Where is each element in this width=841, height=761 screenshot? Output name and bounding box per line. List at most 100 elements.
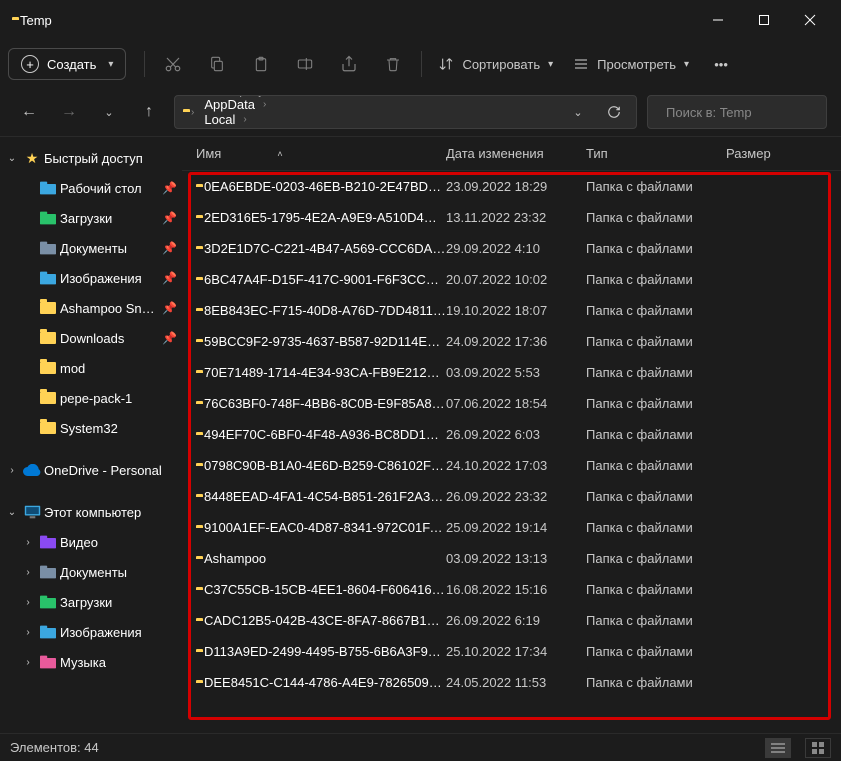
file-type: Папка с файлами [586, 396, 726, 411]
file-row[interactable]: 2ED316E5-1795-4E2A-A9E9-A510D4D959E513.1… [182, 202, 841, 233]
file-type: Папка с файлами [586, 334, 726, 349]
history-dropdown[interactable]: ⌄ [562, 96, 594, 128]
thumbnails-view-button[interactable] [805, 738, 831, 758]
cut-button[interactable] [151, 46, 195, 82]
chevron-right-icon[interactable]: › [20, 597, 36, 608]
file-row[interactable]: 8EB843EC-F715-40D8-A76D-7DD4811F74...19.… [182, 295, 841, 326]
sidebar-item[interactable]: ›Видео [0, 527, 182, 557]
sidebar-item-label: Документы [60, 241, 159, 256]
file-row[interactable]: 76C63BF0-748F-4BB6-8C0B-E9F85A82E26907.0… [182, 388, 841, 419]
back-button[interactable]: ← [14, 97, 44, 127]
file-row[interactable]: 0798C90B-B1A0-4E6D-B259-C86102F9459D24.1… [182, 450, 841, 481]
file-name: 76C63BF0-748F-4BB6-8C0B-E9F85A82E269 [204, 396, 446, 411]
file-row[interactable]: 8448EEAD-4FA1-4C54-B851-261F2A32281426.0… [182, 481, 841, 512]
file-date: 19.10.2022 18:07 [446, 303, 586, 318]
column-headers[interactable]: Имя ˄ Дата изменения Тип Размер [182, 137, 841, 171]
minimize-button[interactable] [695, 4, 741, 36]
file-type: Папка с файлами [586, 210, 726, 225]
file-row[interactable]: 6BC47A4F-D15F-417C-9001-F6F3CCC442...20.… [182, 264, 841, 295]
chevron-right-icon[interactable]: › [20, 627, 36, 638]
sidebar-item[interactable]: ›Музыка [0, 647, 182, 677]
star-icon: ★ [23, 149, 41, 167]
view-icon [573, 56, 589, 72]
sidebar-onedrive[interactable]: › OneDrive - Personal [0, 455, 182, 485]
pin-icon: 📌 [162, 211, 176, 225]
pin-icon: 📌 [162, 181, 176, 195]
maximize-button[interactable] [741, 4, 787, 36]
file-row[interactable]: CADC12B5-042B-43CE-8FA7-8667B1B1CE...26.… [182, 605, 841, 636]
sidebar-item[interactable]: ›Документы📌 [0, 233, 182, 263]
chevron-right-icon: › [189, 107, 196, 118]
column-date[interactable]: Дата изменения [446, 146, 586, 161]
file-row[interactable]: Ashampoo03.09.2022 13:13Папка с файлами [182, 543, 841, 574]
file-row[interactable]: D113A9ED-2499-4495-B755-6B6A3F953EE025.1… [182, 636, 841, 667]
sidebar-item-label: Быстрый доступ [44, 151, 176, 166]
column-name[interactable]: Имя ˄ [196, 146, 446, 161]
breadcrumb-segment[interactable]: Local› [202, 112, 313, 127]
window-title: Temp [20, 13, 52, 28]
column-size[interactable]: Размер [726, 146, 806, 161]
details-view-button[interactable] [765, 738, 791, 758]
file-date: 25.09.2022 19:14 [446, 520, 586, 535]
file-row[interactable]: C37C55CB-15CB-4EE1-8604-F606416D722B16.0… [182, 574, 841, 605]
copy-button[interactable] [195, 46, 239, 82]
file-row[interactable]: 9100A1EF-EAC0-4D87-8341-972C01FAB44625.0… [182, 512, 841, 543]
search-input[interactable] [664, 104, 841, 121]
forward-button[interactable]: → [54, 97, 84, 127]
sidebar-quick-access[interactable]: ⌄ ★ Быстрый доступ [0, 143, 182, 173]
file-row[interactable]: 3D2E1D7C-C221-4B47-A569-CCC6DA127...29.0… [182, 233, 841, 264]
delete-button[interactable] [371, 46, 415, 82]
sidebar-item[interactable]: ›Ashampoo Snap 11📌 [0, 293, 182, 323]
sidebar-item[interactable]: ›Рабочий стол📌 [0, 173, 182, 203]
chevron-right-icon[interactable]: › [4, 465, 20, 476]
recent-locations-button[interactable]: ⌄ [94, 97, 124, 127]
refresh-button[interactable] [598, 96, 630, 128]
sidebar-item[interactable]: ›System32 [0, 413, 182, 443]
sort-button[interactable]: Сортировать ▾ [428, 56, 563, 72]
file-list[interactable]: 0EA6EBDE-0203-46EB-B210-2E47BD0E139C23.0… [182, 171, 841, 733]
paste-button[interactable] [239, 46, 283, 82]
file-row[interactable]: 0EA6EBDE-0203-46EB-B210-2E47BD0E139C23.0… [182, 171, 841, 202]
chevron-down-icon[interactable]: ⌄ [4, 153, 20, 164]
address-bar[interactable]: › Виктор Бухтеев›AppData›Local›Temp› ⌄ [174, 95, 637, 129]
search-box[interactable] [647, 95, 827, 129]
file-date: 24.09.2022 17:36 [446, 334, 586, 349]
file-row[interactable]: 59BCC9F2-9735-4637-B587-92D114E763F724.0… [182, 326, 841, 357]
file-name: 2ED316E5-1795-4E2A-A9E9-A510D4D959E5 [204, 210, 446, 225]
sidebar-item[interactable]: ›Изображения [0, 617, 182, 647]
sidebar-item[interactable]: ›pepe-pack-1 [0, 383, 182, 413]
file-name: 3D2E1D7C-C221-4B47-A569-CCC6DA127... [204, 241, 446, 256]
address-row: ← → ⌄ ↑ › Виктор Бухтеев›AppData›Local›T… [0, 88, 841, 136]
file-name: 8EB843EC-F715-40D8-A76D-7DD4811F74... [204, 303, 446, 318]
file-date: 24.05.2022 11:53 [446, 675, 586, 690]
column-type[interactable]: Тип [586, 146, 726, 161]
file-date: 16.08.2022 15:16 [446, 582, 586, 597]
breadcrumb-segment[interactable]: Temp› [202, 127, 313, 129]
navigation-pane[interactable]: ⌄ ★ Быстрый доступ ›Рабочий стол📌›Загруз… [0, 137, 182, 733]
chevron-right-icon[interactable]: › [20, 537, 36, 548]
sort-icon [438, 56, 454, 72]
sidebar-item[interactable]: ›Документы [0, 557, 182, 587]
folder-icon [39, 359, 57, 377]
share-button[interactable] [327, 46, 371, 82]
sidebar-this-pc[interactable]: ⌄ Этот компьютер [0, 497, 182, 527]
view-button[interactable]: Просмотреть ▾ [563, 56, 699, 72]
breadcrumb-segment[interactable]: AppData› [202, 97, 313, 112]
file-row[interactable]: 70E71489-1714-4E34-93CA-FB9E212A6E3403.0… [182, 357, 841, 388]
sidebar-item-label: Изображения [60, 271, 159, 286]
chevron-down-icon[interactable]: ⌄ [4, 507, 20, 518]
file-row[interactable]: 494EF70C-6BF0-4F48-A936-BC8DD167D2...26.… [182, 419, 841, 450]
new-button[interactable]: + Создать ▾ [8, 48, 126, 80]
chevron-right-icon[interactable]: › [20, 657, 36, 668]
sidebar-item[interactable]: ›Загрузки [0, 587, 182, 617]
chevron-right-icon[interactable]: › [20, 567, 36, 578]
file-row[interactable]: DEE8451C-C144-4786-A4E9-7826509FBC0424.0… [182, 667, 841, 698]
close-button[interactable] [787, 4, 833, 36]
sidebar-item[interactable]: ›mod [0, 353, 182, 383]
sidebar-item[interactable]: ›Загрузки📌 [0, 203, 182, 233]
more-button[interactable]: ••• [699, 46, 743, 82]
rename-button[interactable] [283, 46, 327, 82]
sidebar-item[interactable]: ›Изображения📌 [0, 263, 182, 293]
up-button[interactable]: ↑ [134, 97, 164, 127]
sidebar-item[interactable]: ›Downloads📌 [0, 323, 182, 353]
